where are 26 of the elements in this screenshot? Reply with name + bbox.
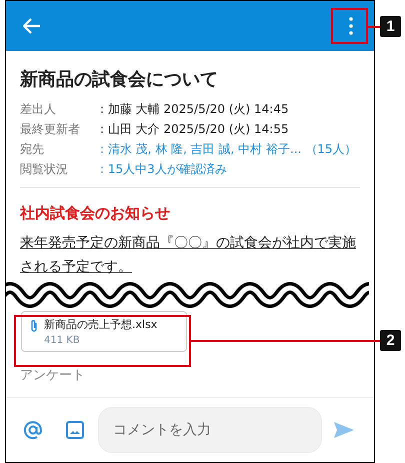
comment-input[interactable]: コメントを入力 (98, 407, 322, 453)
body-text: 来年発売予定の新商品『〇〇』の試食会が社内で実施される予定です。 (20, 234, 357, 277)
message-title: 新商品の試食会について (20, 68, 219, 91)
callout-frame (331, 8, 368, 44)
mention-icon[interactable] (23, 420, 43, 440)
more-options-icon[interactable] (349, 17, 353, 35)
back-arrow-icon[interactable] (23, 18, 41, 34)
meta-link[interactable]: : 清水 茂, 林 隆, 吉田 誠, 中村 裕子... （15人） (100, 141, 357, 157)
meta-link[interactable]: : 15人中3人が確認済み (100, 161, 227, 177)
meta-label: 閲覧状況 (20, 161, 69, 177)
callout-number: 2 (380, 330, 401, 351)
meta-value: : 加藤 大輔 2025/5/20 (火) 14:45 (100, 101, 289, 117)
image-icon[interactable] (66, 421, 84, 439)
meta-label: 差出人 (20, 101, 57, 117)
meta-value: : 山田 大介 2025/5/20 (火) 14:55 (100, 121, 289, 137)
paperclip-icon (30, 319, 38, 333)
section-heading: 社内試食会のお知らせ (20, 204, 171, 223)
send-icon[interactable] (333, 421, 355, 439)
section-label: アンケート (20, 367, 86, 384)
file-size: 411 KB (44, 335, 81, 346)
meta-label: 宛先 (20, 141, 45, 157)
leader-line (368, 26, 380, 28)
callout-number: 1 (380, 16, 401, 37)
file-name: 新商品の売上予想.xlsx (44, 317, 158, 332)
meta-label: 最終更新者 (20, 121, 81, 137)
attachment-card[interactable]: 新商品の売上予想.xlsx 411 KB (21, 311, 187, 352)
